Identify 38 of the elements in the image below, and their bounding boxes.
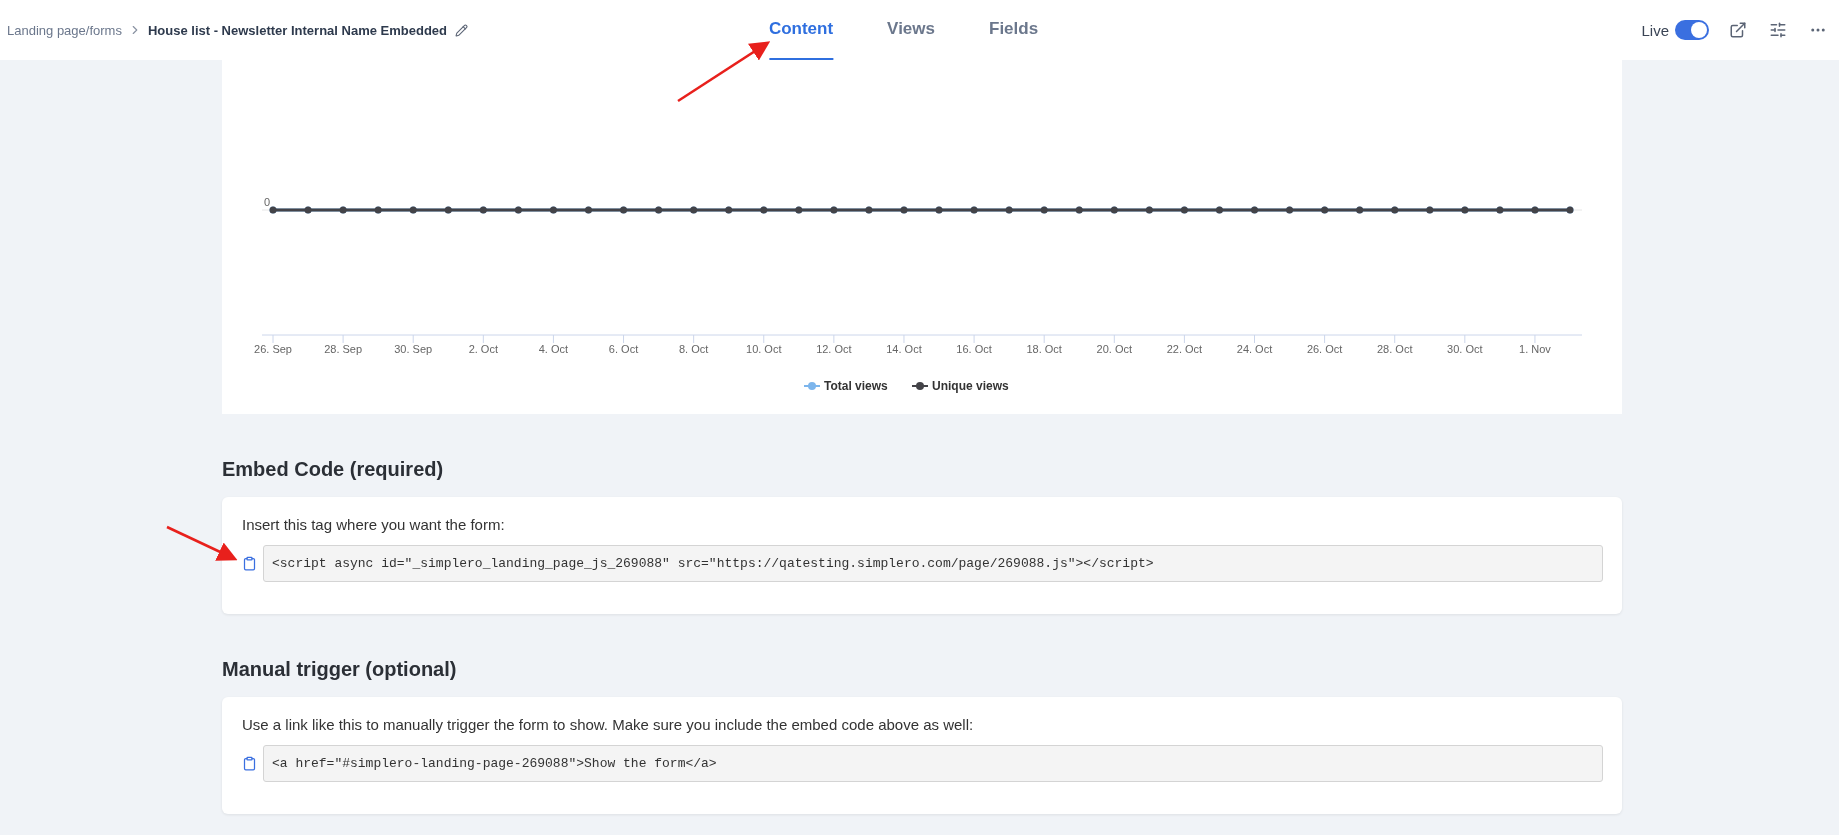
edit-pencil-icon[interactable] xyxy=(453,21,470,39)
live-toggle[interactable] xyxy=(1675,20,1709,40)
section-heading: Embed Code (required) xyxy=(222,457,445,482)
x-axis-label: 4. Oct xyxy=(538,343,569,355)
clipboard-icon[interactable] xyxy=(242,556,257,571)
x-axis-label: 28. Sep xyxy=(324,343,363,355)
legend-label[interactable]: Unique views xyxy=(932,379,1009,393)
instruction-text: Insert this tag where you want the form: xyxy=(242,516,506,533)
x-axis-label: 8. Oct xyxy=(679,343,709,355)
x-axis-label: 26. Sep xyxy=(254,343,292,355)
clipboard-icon[interactable] xyxy=(242,756,257,771)
live-label: Live xyxy=(1641,21,1669,39)
tab[interactable]: Views xyxy=(887,0,935,60)
breadcrumb-link[interactable]: Landing page/forms xyxy=(7,22,122,38)
code-snippet: <a href="#simplero-landing-page-269088">Show the form</a> xyxy=(263,745,1603,782)
x-axis-label: 20. Oct xyxy=(1096,343,1133,355)
section-heading: Manual trigger (optional) xyxy=(222,657,458,682)
x-axis-label: 1. Nov xyxy=(1519,343,1551,355)
x-axis-label: 16. Oct xyxy=(956,343,992,355)
x-axis-label: 22. Oct xyxy=(1166,343,1203,355)
x-axis-label: 26. Oct xyxy=(1306,343,1343,355)
instruction-text: Use a link like this to manually trigger the form to show. Make sure you include the embed code above as well: xyxy=(242,716,975,733)
y-axis-label: 0 xyxy=(263,196,270,208)
legend-label[interactable]: Total views xyxy=(824,379,888,393)
x-axis-label: 12. Oct xyxy=(816,343,852,355)
page-title: House list - Newsletter Internal Name Embedded xyxy=(147,22,447,38)
x-axis-label: 14. Oct xyxy=(886,343,922,355)
x-axis-label: 2. Oct xyxy=(468,343,498,355)
x-axis-label: 30. Sep xyxy=(394,343,433,355)
x-axis-label: 18. Oct xyxy=(1026,343,1062,355)
x-axis-label: 10. Oct xyxy=(746,343,782,355)
annotation-arrow xyxy=(166,525,238,561)
x-axis-label: 28. Oct xyxy=(1377,343,1413,355)
code-snippet: <script async id="_simplero_landing_page_js_269088" src="https://qatesting.simplero.com/page/269088.js"></script> xyxy=(263,545,1603,582)
x-axis-label: 30. Oct xyxy=(1447,343,1483,355)
x-axis-label: 24. Oct xyxy=(1236,343,1273,355)
tab[interactable]: Fields xyxy=(989,0,1039,60)
x-axis-label: 6. Oct xyxy=(608,343,639,355)
